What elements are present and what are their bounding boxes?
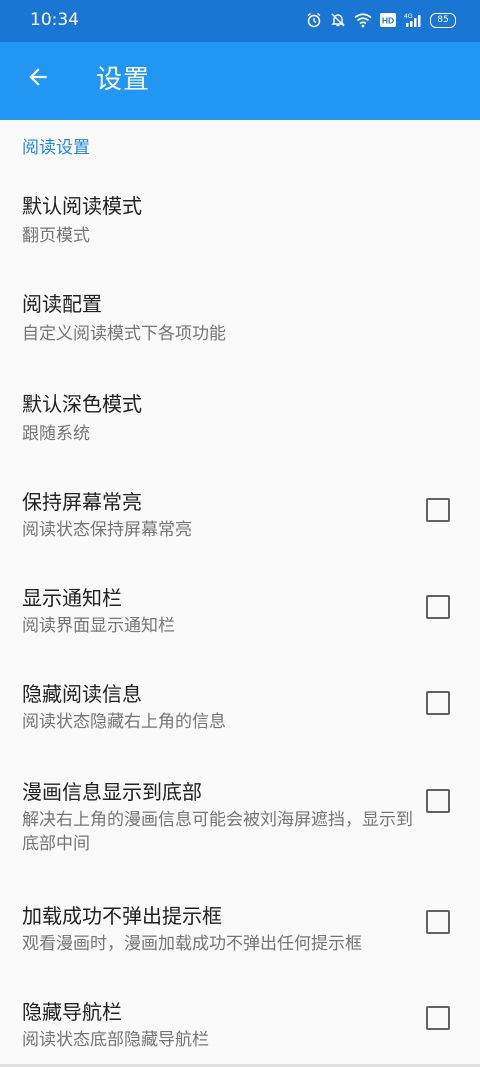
show-notification-bar-checkbox[interactable] xyxy=(426,595,450,619)
pref-no-load-toast[interactable]: 加载成功不弹出提示框 观看漫画时，漫画加载成功不弹出任何提示框 xyxy=(0,892,480,988)
pref-default-reading-mode[interactable]: 默认阅读模式 翻页模式 xyxy=(0,172,480,266)
pref-title: 加载成功不弹出提示框 xyxy=(22,904,222,928)
no-load-toast-checkbox[interactable] xyxy=(426,910,450,934)
hd-label: HD xyxy=(382,16,394,26)
pref-summary: 翻页模式 xyxy=(22,226,90,246)
wifi-icon xyxy=(354,12,372,28)
pref-hide-reading-info[interactable]: 隐藏阅读信息 阅读状态隐藏右上角的信息 xyxy=(0,660,480,756)
pref-title: 默认深色模式 xyxy=(22,392,142,416)
pref-title: 保持屏幕常亮 xyxy=(22,490,142,514)
pref-comic-info-bottom[interactable]: 漫画信息显示到底部 解决右上角的漫画信息可能会被刘海屏遮挡，显示到底部中间 xyxy=(0,756,480,892)
pref-title: 漫画信息显示到底部 xyxy=(22,780,202,804)
signal-4g-icon: 4G xyxy=(404,12,422,28)
battery-icon: 85 xyxy=(430,12,456,28)
hide-navigation-bar-checkbox[interactable] xyxy=(426,1006,450,1030)
pref-reading-config[interactable]: 阅读配置 自定义阅读模式下各项功能 xyxy=(0,270,480,366)
pref-keep-screen-on[interactable]: 保持屏幕常亮 阅读状态保持屏幕常亮 xyxy=(0,468,480,564)
page-title: 设置 xyxy=(96,65,151,95)
pref-title: 阅读配置 xyxy=(22,292,102,316)
status-icons: HD 4G 85 xyxy=(306,10,456,30)
status-bar: 10:34 HD 4G 85 xyxy=(0,0,480,42)
pref-title: 隐藏阅读信息 xyxy=(22,682,142,706)
pref-summary: 观看漫画时，漫画加载成功不弹出任何提示框 xyxy=(22,934,362,954)
section-header: 阅读设置 xyxy=(22,138,90,158)
pref-default-dark-mode[interactable]: 默认深色模式 跟随系统 xyxy=(0,370,480,466)
comic-info-bottom-checkbox[interactable] xyxy=(426,789,450,813)
settings-list: 阅读设置 默认阅读模式 翻页模式 阅读配置 自定义阅读模式下各项功能 默认深色模… xyxy=(0,120,480,1067)
pref-title: 显示通知栏 xyxy=(22,586,122,610)
hide-reading-info-checkbox[interactable] xyxy=(426,691,450,715)
alarm-icon xyxy=(306,12,322,28)
status-time: 10:34 xyxy=(30,10,79,30)
pref-summary: 阅读状态底部隐藏导航栏 xyxy=(22,1030,209,1050)
pref-summary: 阅读状态保持屏幕常亮 xyxy=(22,520,192,540)
back-button[interactable] xyxy=(18,59,58,99)
pref-summary: 阅读状态隐藏右上角的信息 xyxy=(22,712,226,732)
pref-hide-navigation-bar[interactable]: 隐藏导航栏 阅读状态底部隐藏导航栏 xyxy=(0,988,480,1067)
pref-show-notification-bar[interactable]: 显示通知栏 阅读界面显示通知栏 xyxy=(0,564,480,660)
hd-icon: HD xyxy=(380,13,396,27)
pref-summary: 跟随系统 xyxy=(22,424,90,444)
pref-summary: 阅读界面显示通知栏 xyxy=(22,616,175,636)
pref-summary: 自定义阅读模式下各项功能 xyxy=(22,324,226,344)
arrow-back-icon xyxy=(25,64,51,94)
keep-screen-on-checkbox[interactable] xyxy=(426,498,450,522)
network-label: 4G xyxy=(404,13,413,20)
app-bar: 设置 xyxy=(0,42,480,120)
pref-title: 隐藏导航栏 xyxy=(22,1000,122,1024)
pref-title: 默认阅读模式 xyxy=(22,194,142,218)
pref-summary: 解决右上角的漫画信息可能会被刘海屏遮挡，显示到底部中间 xyxy=(22,810,413,854)
mute-icon xyxy=(330,12,346,28)
